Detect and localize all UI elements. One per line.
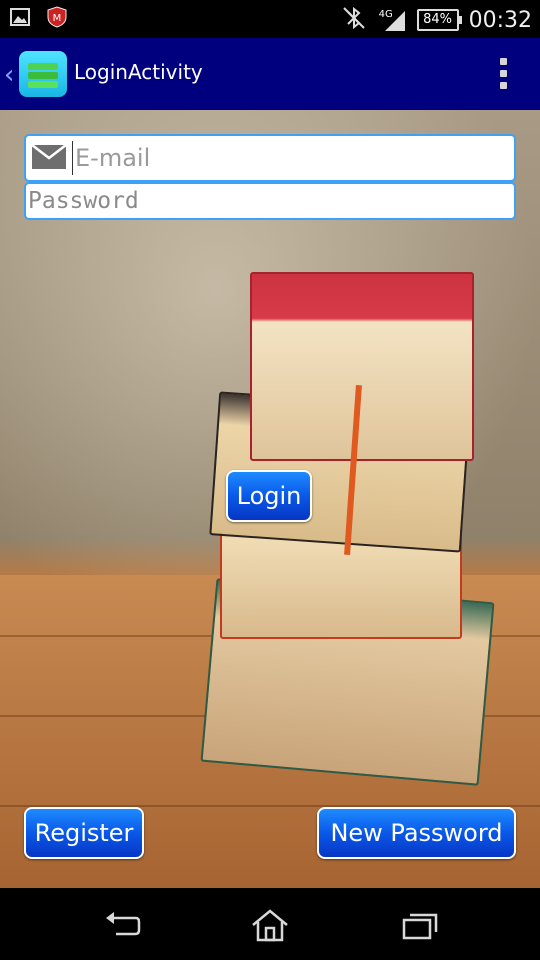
bluetooth-off-icon	[341, 5, 367, 35]
book-top-red	[250, 272, 474, 461]
battery-level: 84%	[423, 12, 453, 27]
recent-apps-icon[interactable]	[400, 908, 440, 942]
mcafee-icon: M	[46, 6, 68, 32]
mail-icon	[31, 144, 67, 174]
overflow-menu-icon[interactable]	[500, 58, 508, 92]
gallery-notification-icon	[10, 8, 30, 30]
password-input[interactable]	[26, 185, 510, 217]
action-bar: ‹ LoginActivity	[0, 38, 540, 110]
back-icon[interactable]	[102, 908, 142, 942]
register-button[interactable]: Register	[24, 807, 144, 859]
battery-icon: 84%	[416, 9, 462, 31]
up-navigation-chevron-icon[interactable]: ‹	[4, 60, 14, 90]
home-icon[interactable]	[250, 908, 290, 942]
password-field-box	[24, 182, 516, 220]
svg-text:M: M	[53, 13, 62, 24]
email-field-box	[24, 134, 516, 182]
signal-icon: 4G	[377, 7, 407, 33]
action-bar-title: LoginActivity	[74, 60, 203, 84]
app-logo-icon[interactable]	[19, 51, 67, 97]
new-password-button[interactable]: New Password	[317, 807, 516, 859]
status-time: 00:32	[468, 7, 532, 33]
status-bar: M 4G 84% 00:32	[0, 0, 540, 38]
email-input[interactable]	[72, 141, 507, 175]
navigation-bar	[0, 888, 540, 960]
login-button[interactable]: Login	[226, 470, 312, 522]
